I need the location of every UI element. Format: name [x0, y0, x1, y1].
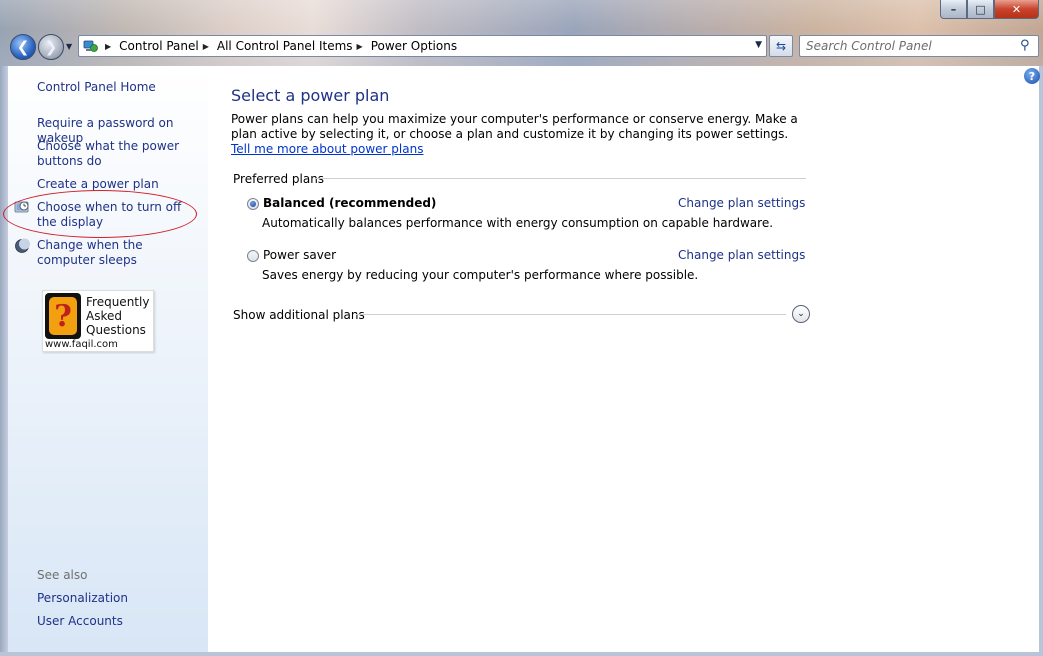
main-content: ? Select a power plan Power plans can he…: [208, 66, 1040, 652]
page-title: Select a power plan: [231, 86, 390, 105]
window-frame-left: [0, 66, 8, 656]
maximize-button[interactable]: □: [967, 0, 994, 19]
faq-url: www.faqil.com: [45, 339, 118, 350]
annotation-ellipse: [3, 190, 197, 238]
intro-body: Power plans can help you maximize your c…: [231, 112, 798, 141]
window-titlebar: – □ ✕ ❮ ❯ ▼ ▶ Control Panel ▶ All Contro…: [0, 0, 1043, 66]
faq-line-3: Questions: [86, 323, 146, 337]
address-dropdown-icon[interactable]: ▼: [755, 40, 762, 50]
power-saver-change-settings-link[interactable]: Change plan settings: [678, 248, 805, 262]
moon-icon: [14, 238, 30, 254]
search-icon[interactable]: ⚲: [1020, 38, 1030, 53]
window-frame-right: [1039, 66, 1043, 656]
sidebar-item-personalization[interactable]: Personalization: [37, 591, 207, 606]
sidebar-item-power-buttons[interactable]: Choose what the power buttons do: [37, 139, 187, 169]
control-panel-icon: [81, 37, 101, 55]
search-input[interactable]: [799, 35, 1039, 57]
window-frame-bottom: [0, 652, 1043, 656]
faq-glyph: ?: [49, 297, 77, 335]
breadcrumb-power-options[interactable]: Power Options: [371, 39, 457, 53]
preferred-plans-heading: Preferred plans: [233, 172, 325, 186]
preferred-plans-divider: [316, 178, 806, 179]
additional-plans-divider: [356, 314, 786, 315]
task-pane: Control Panel Home Require a password on…: [8, 66, 208, 652]
forward-arrow-icon: ❯: [44, 38, 58, 56]
balanced-plan-name[interactable]: Balanced (recommended): [263, 196, 436, 210]
question-mark-icon: ?: [45, 293, 81, 339]
navigation-bar: ❮ ❯ ▼ ▶ Control Panel ▶ All Control Pane…: [0, 32, 1043, 60]
sidebar-item-user-accounts[interactable]: User Accounts: [37, 614, 207, 629]
intro-text: Power plans can help you maximize your c…: [231, 112, 811, 157]
breadcrumb-control-panel[interactable]: Control Panel: [119, 39, 199, 53]
refresh-button[interactable]: ⇆: [769, 35, 793, 57]
back-arrow-icon: ❮: [16, 38, 30, 56]
window-controls: – □ ✕: [940, 0, 1039, 19]
tell-me-more-link[interactable]: Tell me more about power plans: [231, 142, 423, 156]
radio-selected-dot: [250, 201, 256, 207]
help-icon[interactable]: ?: [1024, 68, 1040, 84]
power-saver-plan-name[interactable]: Power saver: [263, 248, 336, 262]
balanced-plan-radio[interactable]: [247, 198, 259, 210]
breadcrumb-separator-icon[interactable]: ▶: [203, 42, 209, 51]
minimize-button[interactable]: –: [940, 0, 967, 19]
breadcrumb-separator-icon[interactable]: ▶: [357, 42, 363, 51]
show-additional-plans-label[interactable]: Show additional plans: [233, 308, 365, 322]
breadcrumb-all-items[interactable]: All Control Panel Items: [217, 39, 353, 53]
expand-chevron-button[interactable]: ⌄: [792, 305, 810, 323]
faq-line-1: Frequently: [86, 295, 150, 309]
moon-svg: [15, 238, 30, 253]
faq-line-2: Asked: [86, 309, 122, 323]
power-saver-plan-description: Saves energy by reducing your computer's…: [262, 268, 699, 282]
close-button[interactable]: ✕: [994, 0, 1039, 19]
forward-button[interactable]: ❯: [38, 34, 64, 60]
power-saver-plan-radio[interactable]: [247, 250, 259, 262]
refresh-icon: ⇆: [775, 39, 787, 53]
faq-logo: ? Frequently Asked Questions www.faqil.c…: [42, 290, 154, 352]
balanced-plan-description: Automatically balances performance with …: [262, 216, 774, 230]
faq-text: Frequently Asked Questions: [86, 295, 149, 337]
control-panel-home-link[interactable]: Control Panel Home: [37, 80, 207, 95]
sidebar-item-computer-sleeps[interactable]: Change when the computer sleeps: [37, 238, 197, 268]
control-panel-svg: [83, 40, 98, 52]
chevron-down-icon: ⌄: [797, 309, 805, 319]
see-also-heading: See also: [37, 568, 88, 582]
back-button[interactable]: ❮: [10, 34, 36, 60]
balanced-change-settings-link[interactable]: Change plan settings: [678, 196, 805, 210]
breadcrumb-separator-icon[interactable]: ▶: [105, 42, 111, 51]
address-bar[interactable]: ▶ Control Panel ▶ All Control Panel Item…: [78, 35, 767, 57]
recent-pages-dropdown[interactable]: ▼: [66, 42, 72, 51]
